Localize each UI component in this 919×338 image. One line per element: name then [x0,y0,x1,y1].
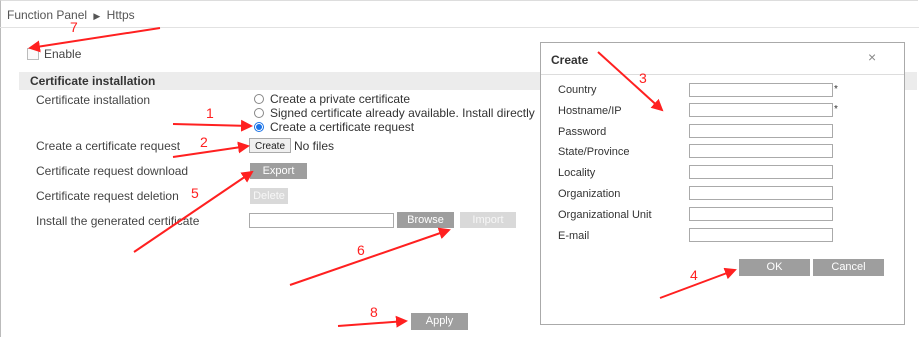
annotation-label-5: 5 [191,185,199,201]
enable-toggle[interactable]: Enable [27,47,81,61]
ok-button[interactable]: OK [739,259,810,276]
locality-field[interactable] [689,165,833,179]
export-button[interactable]: Export [250,163,307,179]
delete-button[interactable]: Delete [250,188,288,204]
annotation-label-1: 1 [206,105,214,121]
create-request-label: Create a certificate request [36,139,181,153]
import-button[interactable]: Import [460,212,516,228]
state-province-label: State/Province [558,146,630,158]
radio-button[interactable] [254,94,264,104]
certificate-path-input[interactable] [249,213,394,228]
enable-checkbox[interactable] [27,48,39,60]
breadcrumb-separator-icon: ▶ [93,11,101,21]
country-label: Country [558,84,597,96]
browse-button[interactable]: Browse [397,212,454,228]
close-icon[interactable]: × [868,49,876,65]
radio-button[interactable] [254,108,264,118]
dialog-title: Create [551,53,589,67]
required-mark: * [834,84,838,95]
apply-button[interactable]: Apply [411,313,468,330]
radio-signed-certificate[interactable]: Signed certificate already available. In… [254,106,535,120]
required-mark: * [834,104,838,115]
radio-label: Create a certificate request [270,120,415,134]
hostname-label: Hostname/IP [558,105,622,117]
file-status: No files [294,139,335,153]
request-download-label: Certificate request download [36,164,189,178]
radio-label: Signed certificate already available. In… [270,106,535,120]
organization-field[interactable] [689,186,833,200]
annotation-label-2: 2 [200,134,208,150]
password-label: Password [558,126,607,138]
annotation-label-6: 6 [357,242,365,258]
install-generated-label: Install the generated certificate [36,214,200,228]
country-field[interactable] [689,83,833,97]
state-province-field[interactable] [689,144,833,158]
breadcrumb-current: Https [106,8,135,22]
radio-certificate-request[interactable]: Create a certificate request [254,120,414,134]
hostname-field[interactable] [689,103,833,117]
locality-label: Locality [558,167,596,179]
certificate-installation-label: Certificate installation [36,93,151,107]
annotation-label-7: 7 [70,19,78,35]
annotation-label-4: 4 [690,267,698,283]
create-file-button[interactable]: Create [249,138,292,153]
annotation-label-3: 3 [639,70,647,86]
organizational-unit-field[interactable] [689,207,833,221]
email-field[interactable] [689,228,833,242]
enable-label: Enable [44,47,82,61]
header-divider [0,27,919,28]
organization-label: Organization [558,188,621,200]
radio-button-selected[interactable] [254,122,264,132]
section-title: Certificate installation [30,74,156,88]
organizational-unit-label: Organizational Unit [558,209,652,221]
cancel-button[interactable]: Cancel [813,259,884,276]
dialog-divider [541,74,904,75]
create-dialog: Create × Country * Hostname/IP * Passwor… [540,42,905,325]
email-label: E-mail [558,230,590,242]
radio-private-certificate[interactable]: Create a private certificate [254,92,410,106]
radio-label: Create a private certificate [270,92,411,106]
password-field[interactable] [689,124,833,138]
request-deletion-label: Certificate request deletion [36,189,179,203]
annotation-label-8: 8 [370,304,378,320]
